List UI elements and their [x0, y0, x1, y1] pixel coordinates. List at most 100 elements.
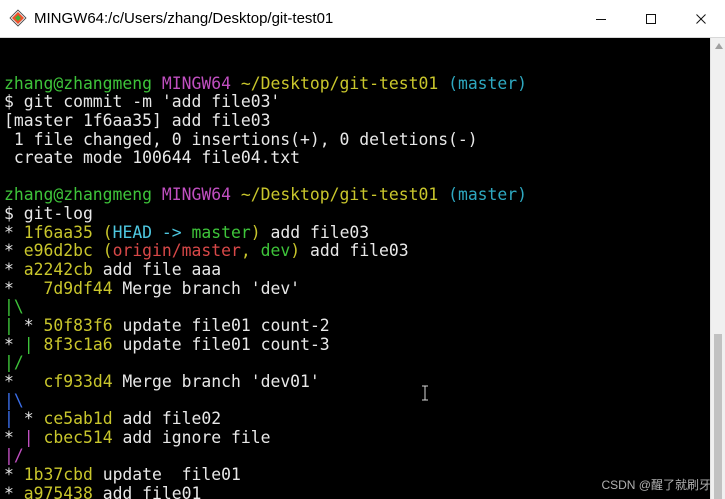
terminal-text-segment: ): [250, 222, 261, 242]
terminal-line: * 7d9df44 Merge branch 'dev': [4, 278, 527, 299]
terminal-output[interactable]: zhang@zhangmeng MINGW64 ~/Desktop/git-te…: [0, 38, 710, 499]
terminal-text-segment: 50f83f6: [43, 315, 113, 335]
terminal-text-segment: Merge branch 'dev': [112, 278, 301, 298]
terminal-text-segment: [master 1f6aa35] add file03: [4, 110, 271, 130]
minimize-icon: [596, 19, 606, 20]
terminal-text-segment: ~/Desktop/git-test01: [240, 185, 449, 205]
terminal-text-segment: $ git-log: [4, 204, 93, 224]
terminal-text-segment: (: [92, 241, 113, 261]
terminal-text-segment: $ git commit -m 'add file03': [4, 92, 281, 112]
terminal-line: * cf933d4 Merge branch 'dev01': [4, 371, 527, 392]
terminal-text-segment: ce5ab1d: [43, 409, 113, 429]
terminal-text-segment: Merge branch 'dev01': [112, 371, 320, 391]
terminal-line: * 1f6aa35 (HEAD -> master) add file03: [4, 222, 527, 243]
terminal-window: MINGW64:/c/Users/zhang/Desktop/git-test0…: [0, 0, 725, 499]
terminal-text-segment: HEAD ->: [112, 222, 192, 242]
terminal-text-segment: 8f3c1a6: [43, 334, 113, 354]
terminal-text-segment: *: [23, 315, 44, 335]
terminal-line: |\: [4, 390, 527, 411]
terminal-text-segment: add file01: [92, 483, 202, 499]
minimize-button[interactable]: [578, 0, 624, 38]
terminal-text-segment: |: [23, 334, 44, 354]
terminal-line: * a2242cb add file aaa: [4, 260, 527, 280]
terminal-line: | * 50f83f6 update file01 count-2: [4, 315, 527, 336]
terminal-text-segment: |\: [4, 297, 24, 317]
terminal-text-segment: (master): [448, 185, 528, 205]
terminal-text-segment: |/: [4, 446, 24, 466]
terminal-text-segment: e96d2bc: [23, 241, 93, 261]
terminal-text-segment: dev: [260, 241, 291, 261]
terminal-text-segment: *: [4, 260, 24, 280]
terminal-line: $ git-log: [4, 204, 527, 224]
scroll-up-button[interactable]: [711, 38, 725, 54]
terminal-text-segment: zhang@zhangmeng: [4, 185, 162, 205]
terminal-text-segment: create mode 100644 file04.txt: [4, 148, 301, 168]
terminal-text-segment: add ignore file: [112, 427, 271, 447]
terminal-text-segment: add file aaa: [92, 260, 222, 280]
watermark-text: CSDN @醒了就刷牙: [601, 478, 711, 492]
terminal-line: * | cbec514 add ignore file: [4, 427, 527, 448]
terminal-text-segment: add file02: [112, 409, 222, 429]
terminal-line: * | 8f3c1a6 update file01 count-3: [4, 334, 527, 355]
terminal-text-segment: |/: [4, 353, 24, 373]
terminal-line: |/: [4, 447, 527, 466]
terminal-text-segment: *: [4, 241, 24, 261]
terminal-text-segment: 7d9df44: [43, 278, 113, 298]
terminal-text-segment: *: [4, 483, 24, 499]
terminal-line: create mode 100644 file04.txt: [4, 148, 527, 168]
close-button[interactable]: [678, 0, 724, 38]
terminal-text-segment: |: [4, 315, 24, 335]
terminal-text-segment: ,: [240, 241, 261, 261]
terminal-text-segment: origin/master: [112, 241, 241, 261]
terminal-text-segment: ): [290, 241, 301, 261]
terminal-text-segment: 1b37cbd: [23, 465, 93, 485]
terminal-text-segment: *: [4, 278, 44, 298]
terminal-line: |/: [4, 353, 527, 373]
terminal-line: $ git commit -m 'add file03': [4, 92, 527, 112]
terminal-line: |\: [4, 298, 527, 317]
terminal-line: * a975438 add file01: [4, 483, 527, 499]
i-beam-cursor-icon: [422, 385, 428, 401]
terminal-text-segment: cf933d4: [43, 371, 113, 391]
terminal-text-segment: a2242cb: [23, 260, 93, 280]
terminal-line: * e96d2bc (origin/master, dev) add file0…: [4, 242, 527, 261]
terminal-text-segment: |\: [4, 390, 24, 410]
terminal-text-segment: |: [23, 427, 44, 447]
terminal-text-segment: *: [4, 465, 24, 485]
close-icon: [696, 14, 706, 24]
window-title: MINGW64:/c/Users/zhang/Desktop/git-test0…: [34, 10, 334, 27]
terminal-text-segment: update file01 count-2: [112, 315, 330, 335]
terminal-text-segment: *: [4, 334, 24, 354]
terminal-text-segment: a975438: [23, 483, 93, 499]
terminal-text-segment: 1f6aa35: [23, 222, 93, 242]
terminal-line: zhang@zhangmeng MINGW64 ~/Desktop/git-te…: [4, 186, 527, 205]
terminal-text-segment: *: [4, 371, 44, 391]
terminal-text-segment: (: [92, 222, 113, 242]
terminal-lines: zhang@zhangmeng MINGW64 ~/Desktop/git-te…: [4, 56, 527, 499]
vertical-scrollbar[interactable]: [710, 38, 725, 499]
terminal-text-segment: update file01: [92, 465, 241, 485]
terminal-text-segment: master: [191, 222, 251, 242]
terminal-text-segment: *: [4, 427, 24, 447]
terminal-text-segment: (master): [448, 73, 528, 93]
terminal-line: zhang@zhangmeng MINGW64 ~/Desktop/git-te…: [4, 73, 528, 94]
terminal-text-segment: *: [4, 222, 24, 242]
terminal-text-segment: ~/Desktop/git-test01: [240, 73, 449, 93]
terminal-text-segment: |: [4, 409, 24, 429]
maximize-button[interactable]: [628, 0, 674, 38]
terminal-text-segment: add file03: [260, 222, 370, 242]
maximize-icon: [646, 14, 656, 24]
terminal-text-segment: cbec514: [43, 427, 113, 447]
terminal-text-segment: MINGW64: [161, 185, 241, 205]
terminal-text-segment: *: [23, 409, 44, 429]
title-bar[interactable]: MINGW64:/c/Users/zhang/Desktop/git-test0…: [0, 0, 725, 38]
chevron-up-icon: [714, 43, 723, 49]
terminal-text-segment: MINGW64: [161, 73, 241, 93]
terminal-text-segment: update file01 count-3: [112, 334, 330, 354]
terminal-text-segment: zhang@zhangmeng: [4, 73, 162, 93]
terminal-text-segment: add file03: [300, 241, 409, 261]
git-bash-icon: [9, 9, 27, 27]
scrollbar-thumb[interactable]: [714, 334, 722, 499]
